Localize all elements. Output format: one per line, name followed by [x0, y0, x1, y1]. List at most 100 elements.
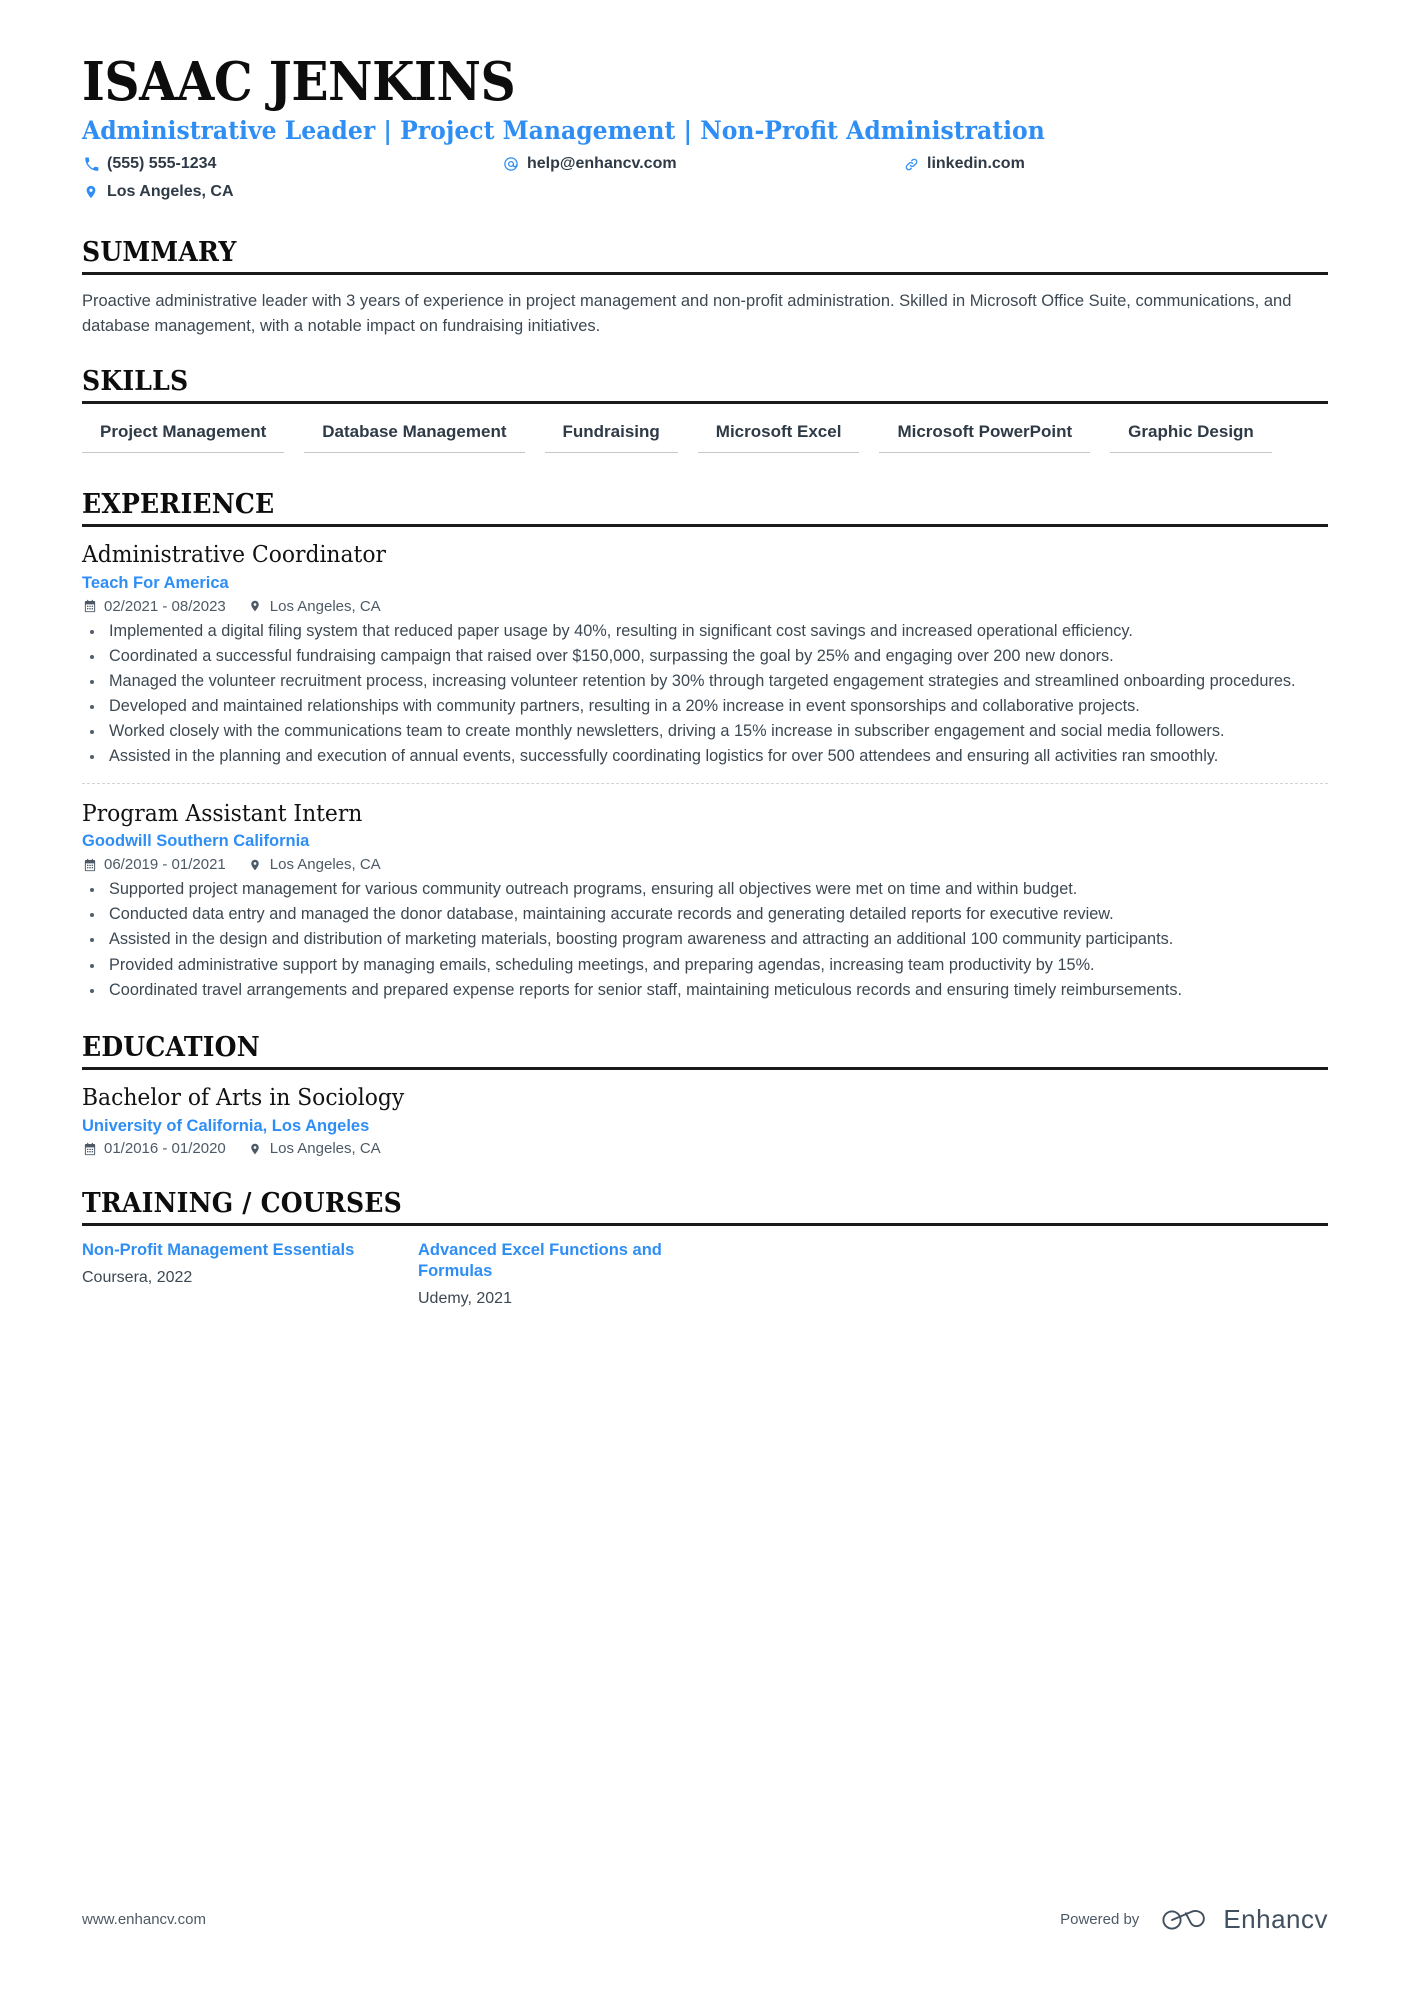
enhancv-brand: Enhancv	[1161, 1904, 1328, 1935]
enhancv-logo-icon	[1162, 1909, 1206, 1930]
link-icon	[902, 155, 920, 173]
section-title-experience: EXPERIENCE	[82, 489, 275, 521]
job-bullet: Developed and maintained relationships w…	[82, 695, 1328, 718]
job-company: Goodwill Southern California	[82, 832, 310, 851]
job-meta: 06/2019 - 01/2021 Los Angeles, CA	[82, 857, 1328, 872]
candidate-headline: Administrative Leader | Project Manageme…	[82, 115, 1045, 145]
section-rule-summary	[82, 272, 1328, 276]
education-meta: 01/2016 - 01/2020 Los Angeles, CA	[82, 1141, 1328, 1156]
education-dates-text: 01/2016 - 01/2020	[104, 1140, 226, 1158]
contact-linkedin[interactable]: linkedin.com	[902, 155, 1202, 173]
job-dates: 06/2019 - 01/2021	[82, 857, 226, 872]
location-icon	[82, 183, 100, 201]
section-summary: SUMMARY Proactive administrative leader …	[82, 237, 1328, 338]
contact-phone[interactable]: (555) 555-1234	[82, 155, 502, 173]
resume-footer: www.enhancv.com Powered by Enhancv	[82, 1904, 1328, 1935]
skill-item: Database Management	[304, 418, 525, 454]
job-bullets: Implemented a digital filing system that…	[82, 620, 1328, 769]
section-education: EDUCATION Bachelor of Arts in Sociology …	[82, 1031, 1328, 1157]
job-bullet: Coordinated a successful fundraising cam…	[82, 645, 1328, 668]
section-title-skills: SKILLS	[82, 366, 189, 398]
job-meta: 02/2021 - 08/2023 Los Angeles, CA	[82, 599, 1328, 614]
job-bullet: Assisted in the design and distribution …	[82, 928, 1328, 951]
location-icon	[248, 1141, 263, 1156]
section-training: TRAINING / COURSES Non-Profit Management…	[82, 1188, 1328, 1309]
job-title: Program Assistant Intern	[82, 800, 363, 827]
course-item: Non-Profit Management Essentials Courser…	[82, 1240, 418, 1309]
job-dates-text: 02/2021 - 08/2023	[104, 597, 226, 615]
contact-info: (555) 555-1234 help@enhancv.com linkedin…	[82, 155, 1328, 211]
job-bullet: Assisted in the planning and execution o…	[82, 745, 1328, 768]
section-skills: SKILLS Project Management Database Manag…	[82, 366, 1328, 467]
skill-item: Fundraising	[544, 418, 678, 454]
contact-email[interactable]: help@enhancv.com	[502, 155, 902, 173]
job-bullet: Provided administrative support by manag…	[82, 954, 1328, 977]
contact-location: Los Angeles, CA	[82, 183, 502, 201]
powered-by-label: Powered by	[1060, 1911, 1140, 1928]
experience-entry: Administrative Coordinator Teach For Ame…	[82, 541, 1328, 768]
email-icon	[502, 155, 520, 173]
section-rule-training	[82, 1223, 1328, 1227]
education-dates: 01/2016 - 01/2020	[82, 1141, 226, 1156]
calendar-icon	[82, 1141, 97, 1156]
skill-item: Microsoft PowerPoint	[879, 418, 1091, 454]
job-dates: 02/2021 - 08/2023	[82, 599, 226, 614]
education-location: Los Angeles, CA	[248, 1141, 381, 1156]
contact-email-text: help@enhancv.com	[527, 155, 677, 173]
course-meta: Udemy, 2021	[418, 1289, 512, 1307]
job-bullets: Supported project management for various…	[82, 878, 1328, 1002]
contact-phone-text: (555) 555-1234	[107, 155, 217, 173]
contact-row-1: (555) 555-1234 help@enhancv.com linkedin…	[82, 155, 1328, 183]
job-location-text: Los Angeles, CA	[269, 597, 381, 615]
powered-by: Powered by Enhancv	[1060, 1904, 1328, 1935]
experience-entry: Program Assistant Intern Goodwill Southe…	[82, 800, 1328, 1002]
location-icon	[248, 599, 263, 614]
footer-url[interactable]: www.enhancv.com	[82, 1911, 206, 1928]
contact-location-text: Los Angeles, CA	[107, 183, 234, 201]
job-bullet: Conducted data entry and managed the don…	[82, 903, 1328, 926]
section-experience: EXPERIENCE Administrative Coordinator Te…	[82, 489, 1328, 1002]
education-location-text: Los Angeles, CA	[269, 1140, 381, 1158]
job-location: Los Angeles, CA	[248, 857, 381, 872]
resume-page: ISAAC JENKINS Administrative Leader | Pr…	[0, 0, 1410, 1995]
phone-icon	[82, 155, 100, 173]
location-icon	[248, 857, 263, 872]
job-bullet: Implemented a digital filing system that…	[82, 620, 1328, 643]
courses-list: Non-Profit Management Essentials Courser…	[82, 1240, 1328, 1309]
section-title-summary: SUMMARY	[82, 237, 237, 269]
school-name: University of California, Los Angeles	[82, 1116, 370, 1135]
candidate-name: ISAAC JENKINS	[82, 51, 516, 113]
section-rule-education	[82, 1066, 1328, 1070]
section-rule-experience	[82, 524, 1328, 528]
job-location-text: Los Angeles, CA	[269, 856, 381, 874]
section-title-education: EDUCATION	[82, 1031, 260, 1063]
resume-header: ISAAC JENKINS Administrative Leader | Pr…	[82, 51, 1328, 211]
job-location: Los Angeles, CA	[248, 599, 381, 614]
course-item: Advanced Excel Functions and Formulas Ud…	[418, 1240, 754, 1309]
skills-list: Project Management Database Management F…	[82, 418, 1328, 467]
course-name: Non-Profit Management Essentials	[82, 1241, 355, 1260]
contact-row-2: Los Angeles, CA	[82, 183, 1328, 211]
section-rule-skills	[82, 401, 1328, 405]
skill-item: Graphic Design	[1110, 418, 1272, 454]
enhancv-brand-name: Enhancv	[1223, 1904, 1328, 1934]
entry-separator	[82, 782, 1328, 784]
education-entry: Bachelor of Arts in Sociology University…	[82, 1084, 1328, 1157]
job-title: Administrative Coordinator	[82, 542, 386, 569]
job-dates-text: 06/2019 - 01/2021	[104, 856, 226, 874]
job-bullet: Worked closely with the communications t…	[82, 720, 1328, 743]
skill-item: Microsoft Excel	[697, 418, 860, 454]
job-bullet: Managed the volunteer recruitment proces…	[82, 670, 1328, 693]
calendar-icon	[82, 857, 97, 872]
course-meta: Coursera, 2022	[82, 1269, 193, 1287]
contact-linkedin-text: linkedin.com	[927, 155, 1025, 173]
calendar-icon	[82, 599, 97, 614]
job-company: Teach For America	[82, 573, 229, 592]
job-bullet: Coordinated travel arrangements and prep…	[82, 979, 1328, 1002]
section-title-training: TRAINING / COURSES	[82, 1188, 402, 1220]
degree-title: Bachelor of Arts in Sociology	[82, 1084, 405, 1111]
course-name: Advanced Excel Functions and Formulas	[418, 1241, 662, 1281]
skill-item: Project Management	[82, 418, 285, 454]
summary-text: Proactive administrative leader with 3 y…	[82, 292, 1292, 335]
job-bullet: Supported project management for various…	[82, 878, 1328, 901]
